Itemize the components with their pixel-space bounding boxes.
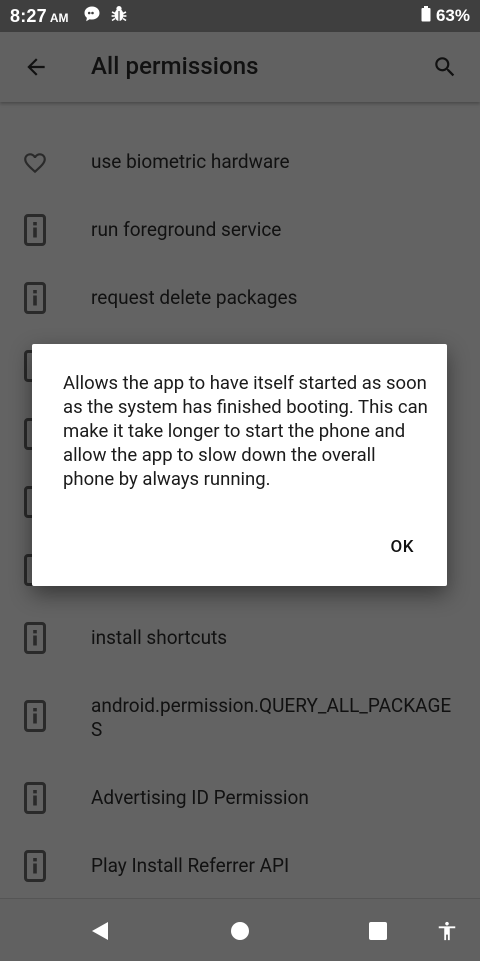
bug-icon xyxy=(111,5,127,28)
permission-label: request delete packages xyxy=(91,286,298,309)
list-item[interactable]: android.permission.QUERY_ALL_PACKAGES xyxy=(0,686,480,746)
permission-label: run foreground service xyxy=(91,218,282,241)
info-phone-icon xyxy=(20,281,50,315)
info-phone-icon xyxy=(20,849,50,883)
dialog-message: Allows the app to have itself started as… xyxy=(63,372,428,490)
navigation-bar xyxy=(0,898,480,961)
app-bar: All permissions xyxy=(0,32,480,102)
list-item[interactable]: install shortcuts xyxy=(0,618,480,658)
list-item[interactable]: use biometric hardware xyxy=(0,142,480,182)
status-bar: 8:27 AM 63% xyxy=(0,0,480,32)
back-triangle-icon xyxy=(92,922,108,940)
page-title: All permissions xyxy=(91,52,259,80)
back-button[interactable] xyxy=(15,46,57,88)
recents-square-icon xyxy=(369,922,387,940)
status-ampm: AM xyxy=(49,11,69,25)
ok-button[interactable]: OK xyxy=(391,537,414,557)
info-phone-icon xyxy=(20,621,50,655)
search-button[interactable] xyxy=(424,46,466,88)
nav-accessibility-button[interactable] xyxy=(427,911,467,951)
nav-recents-button[interactable] xyxy=(358,911,398,951)
nav-back-button[interactable] xyxy=(80,911,120,951)
chat-notification-icon xyxy=(83,5,101,28)
home-circle-icon xyxy=(231,922,249,940)
info-phone-icon xyxy=(20,781,50,815)
info-phone-icon xyxy=(20,699,50,733)
info-phone-icon xyxy=(20,213,50,247)
permission-label: install shortcuts xyxy=(91,626,228,649)
status-time: 8:27 xyxy=(10,5,47,26)
search-icon xyxy=(435,57,455,77)
permission-label: Play Install Referrer API xyxy=(91,854,290,877)
arrow-back-icon xyxy=(27,58,45,76)
list-item[interactable]: run foreground service xyxy=(0,210,480,250)
permission-label: use biometric hardware xyxy=(91,150,290,173)
battery-icon xyxy=(421,5,431,27)
heart-icon xyxy=(20,146,50,180)
nav-home-button[interactable] xyxy=(220,911,260,951)
permission-info-dialog: Allows the app to have itself started as… xyxy=(32,344,447,586)
battery-percent: 63% xyxy=(435,6,470,25)
list-item[interactable]: Play Install Referrer API xyxy=(0,846,480,886)
list-item[interactable]: Advertising ID Permission xyxy=(0,778,480,818)
permission-label: android.permission.QUERY_ALL_PACKAGES xyxy=(91,694,452,741)
list-item[interactable]: request delete packages xyxy=(0,278,480,318)
permission-label: Advertising ID Permission xyxy=(91,786,309,809)
accessibility-icon xyxy=(438,921,456,941)
